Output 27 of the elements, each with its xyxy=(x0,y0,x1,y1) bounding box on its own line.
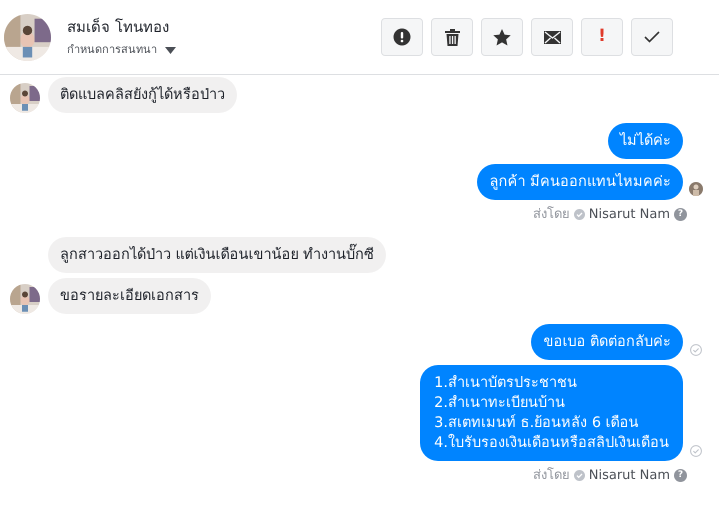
check-icon xyxy=(644,31,660,43)
message-bubble: ลูกสาวออกได้ป่าว แต่เงินเดือนเขาน้อย ทำงานบั๊กซี xyxy=(48,236,386,272)
trash-icon xyxy=(444,28,460,46)
star-button[interactable] xyxy=(481,18,523,56)
important-button[interactable]: ! xyxy=(581,18,623,56)
caret-icon xyxy=(165,46,176,54)
verified-icon xyxy=(574,209,585,220)
contact-name: สมเด็จ โทนทอง xyxy=(67,16,170,38)
report-button[interactable] xyxy=(381,18,423,56)
sent-by-label: ส่งโดย xyxy=(532,466,570,484)
message-bubble: ติดแบลคลิสยังกู้ได้หรือป่าว xyxy=(48,77,237,113)
star-icon xyxy=(493,28,511,46)
conversation-settings-dropdown[interactable]: กำหนดการสนทนา xyxy=(67,42,176,58)
delete-button[interactable] xyxy=(431,18,473,56)
alert-icon xyxy=(393,28,411,46)
mail-icon xyxy=(544,30,560,44)
message-bubble: ขอรายละเอียดเอกสาร xyxy=(48,278,211,314)
mark-unread-button[interactable] xyxy=(531,18,573,56)
message-bubble: ลูกค้า มีคนออกแทนไหมคค่ะ xyxy=(477,164,683,200)
done-button[interactable] xyxy=(631,18,673,56)
message-bubble: ไม่ได้ค่ะ xyxy=(608,123,683,159)
message-bubble: 1.สำเนาบัตรประชาชน 2.สำเนาทะเบียนบ้าน 3.สเตทเมนท์ ธ.ย้อนหลัง 6 เดือน 4.ใบรับรองเงินเดือนหรือสลิปเงินเดือน xyxy=(420,364,683,460)
sender-name[interactable]: Nisarut Nam xyxy=(588,466,670,485)
sent-by-label: ส่งโดย xyxy=(532,205,570,224)
verified-icon xyxy=(574,470,585,481)
sender-name[interactable]: Nisarut Nam xyxy=(588,205,670,224)
message-bubble: ขอเบอ ติดต่อกลับค่ะ xyxy=(531,324,683,360)
